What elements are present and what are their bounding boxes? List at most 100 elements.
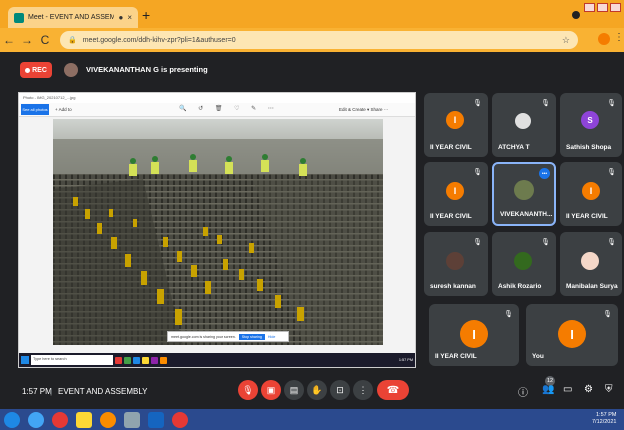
app-icon[interactable] bbox=[124, 356, 131, 364]
participant-avatar: I bbox=[582, 182, 600, 200]
edit-create-button[interactable]: Edit & Create ▾ Share ⋯ bbox=[339, 107, 388, 113]
mic-toggle-button[interactable]: 🎙 bbox=[238, 380, 258, 400]
mic-off-icon: 🎙 bbox=[473, 239, 482, 246]
browser-menu-icon[interactable]: ⋮ bbox=[614, 32, 624, 43]
participant-avatar bbox=[514, 252, 532, 270]
self-view-tile[interactable]: 🎙 I You bbox=[526, 304, 618, 366]
participant-name: II YEAR CIVIL bbox=[435, 353, 477, 360]
windows-start-icon[interactable] bbox=[21, 356, 29, 364]
participant-name: Manibalan Surya bbox=[566, 283, 618, 290]
activities-button[interactable]: ⚙ bbox=[584, 384, 593, 395]
close-window-button[interactable] bbox=[610, 3, 621, 12]
info-icon: ⓘ bbox=[518, 388, 528, 399]
participant-avatar: S bbox=[581, 111, 599, 129]
share-notice-text: meet.google.com is sharing your screen. bbox=[171, 334, 236, 339]
app-icon[interactable] bbox=[160, 356, 167, 364]
tab-close-icon[interactable]: × bbox=[127, 13, 132, 22]
meeting-info-button[interactable]: ⓘ bbox=[518, 384, 528, 399]
chrome-icon[interactable] bbox=[172, 411, 188, 428]
mic-off-icon: 🎙 bbox=[242, 384, 254, 395]
stop-sharing-button[interactable]: Stop sharing bbox=[238, 333, 265, 340]
window-controls bbox=[584, 3, 621, 12]
self-name: You bbox=[532, 353, 544, 360]
host-controls-button[interactable]: ⛨ bbox=[605, 384, 613, 395]
host-taskbar bbox=[0, 409, 624, 430]
captions-button[interactable]: ▤ bbox=[284, 380, 304, 400]
mic-off-icon: 🎙 bbox=[603, 311, 612, 318]
participant-name: II YEAR CIVIL bbox=[566, 213, 608, 220]
host-clock-time: 1:57 PM bbox=[595, 412, 617, 418]
participant-avatar: I bbox=[460, 320, 488, 348]
url-field[interactable]: 🔒 meet.google.com/ddh-kihv-zpr?pli=1&aut… bbox=[60, 31, 578, 49]
participant-avatar: I bbox=[446, 111, 464, 129]
app-icon[interactable] bbox=[124, 411, 140, 428]
participant-avatar bbox=[514, 180, 534, 200]
minimize-button[interactable] bbox=[584, 3, 595, 12]
add-to-button[interactable]: + Add to bbox=[55, 107, 72, 112]
reload-button[interactable]: C bbox=[36, 33, 54, 47]
hand-icon: ✋ bbox=[311, 384, 323, 395]
participant-avatar: I bbox=[446, 182, 464, 200]
participant-tile[interactable]: 🎙 I II YEAR CIVIL bbox=[429, 304, 519, 366]
app-icon[interactable] bbox=[151, 356, 158, 364]
word-icon[interactable] bbox=[148, 411, 164, 428]
speaking-indicator-icon: ••• bbox=[539, 168, 550, 179]
remote-taskbar: Type here to search 1:57 PM bbox=[19, 353, 415, 367]
app-icon[interactable] bbox=[28, 411, 44, 428]
shield-icon: ⛨ bbox=[605, 384, 613, 395]
participant-tile[interactable]: 🎙 I II YEAR CIVIL bbox=[560, 162, 622, 226]
meeting-name: EVENT AND ASSEMBLY bbox=[58, 387, 148, 396]
camera-toggle-button[interactable]: ▣ bbox=[261, 380, 281, 400]
chat-button[interactable]: ▭ bbox=[563, 384, 572, 395]
media-player-icon[interactable] bbox=[100, 411, 116, 428]
participant-tile[interactable]: 🎙 Ashik Rozario bbox=[492, 232, 556, 296]
photo-tool-icons[interactable]: 🔍 ↺ 🗑 ♡ ✎ ⋯ bbox=[179, 105, 279, 112]
back-button[interactable]: ← bbox=[0, 33, 18, 47]
folder-icon[interactable] bbox=[76, 411, 92, 428]
participant-tile[interactable]: 🎙 I II YEAR CIVIL bbox=[424, 162, 488, 226]
host-clock-date: 7/12/2021 bbox=[592, 419, 617, 425]
more-options-button[interactable]: ⋮ bbox=[353, 380, 373, 400]
people-icon: 👥 bbox=[542, 384, 555, 395]
chrome-icon[interactable] bbox=[52, 411, 68, 428]
photo-app-titlebar: Photo - IMG_20210712_...jpg bbox=[19, 93, 415, 103]
account-icon[interactable] bbox=[572, 11, 580, 19]
maximize-button[interactable] bbox=[597, 3, 608, 12]
participant-tile[interactable]: 🎙 suresh kannan bbox=[424, 232, 488, 296]
mic-off-icon: 🎙 bbox=[541, 239, 550, 246]
participant-name: ATCHYA T bbox=[498, 144, 530, 151]
shared-screen[interactable]: Photo - IMG_20210712_...jpg See all phot… bbox=[18, 92, 416, 368]
participant-tile[interactable]: 🎙 I II YEAR CIVIL bbox=[424, 93, 488, 157]
presenter-avatar bbox=[64, 63, 78, 77]
chat-icon: ▭ bbox=[563, 384, 573, 395]
app-icon[interactable] bbox=[142, 356, 149, 364]
app-icon[interactable] bbox=[133, 356, 140, 364]
participant-name: Ashik Rozario bbox=[498, 283, 542, 290]
start-icon[interactable] bbox=[4, 411, 20, 428]
leave-call-button[interactable]: ☎ bbox=[377, 380, 409, 400]
see-all-photos-button[interactable]: See all photos bbox=[21, 104, 49, 115]
participant-tile[interactable]: 🎙 Manibalan Surya bbox=[560, 232, 622, 296]
participant-name: Sathish Shopa bbox=[566, 144, 612, 151]
hide-button[interactable]: Hide bbox=[268, 335, 275, 339]
browser-tab[interactable]: Meet - EVENT AND ASSEMB ● × bbox=[8, 7, 138, 28]
bookmark-star-icon[interactable]: ☆ bbox=[562, 35, 570, 46]
raise-hand-button[interactable]: ✋ bbox=[307, 380, 327, 400]
remote-taskbar-clock: 1:57 PM bbox=[398, 358, 413, 362]
participant-tile[interactable]: 🎙 ATCHYA T bbox=[492, 93, 556, 157]
mic-off-icon: 🎙 bbox=[504, 311, 513, 318]
participant-name: II YEAR CIVIL bbox=[430, 144, 472, 151]
participant-tile[interactable]: 🎙 S Sathish Shopa bbox=[560, 93, 622, 157]
participant-tile-active-speaker[interactable]: ••• VIVEKANANTH... bbox=[492, 162, 556, 226]
presenting-status: VIVEKANANTHAN G is presenting bbox=[86, 65, 208, 74]
url-text[interactable]: meet.google.com/ddh-kihv-zpr?pli=1&authu… bbox=[83, 37, 562, 44]
remote-taskbar-search[interactable]: Type here to search bbox=[31, 355, 113, 365]
self-avatar: I bbox=[558, 320, 586, 348]
forward-button[interactable]: → bbox=[18, 33, 36, 47]
present-button[interactable]: ⊡ bbox=[330, 380, 350, 400]
people-button[interactable]: 👥 bbox=[542, 384, 554, 395]
new-tab-button[interactable]: + bbox=[142, 8, 150, 22]
profile-avatar[interactable] bbox=[598, 33, 610, 45]
participant-avatar bbox=[446, 252, 464, 270]
app-icon[interactable] bbox=[115, 356, 122, 364]
